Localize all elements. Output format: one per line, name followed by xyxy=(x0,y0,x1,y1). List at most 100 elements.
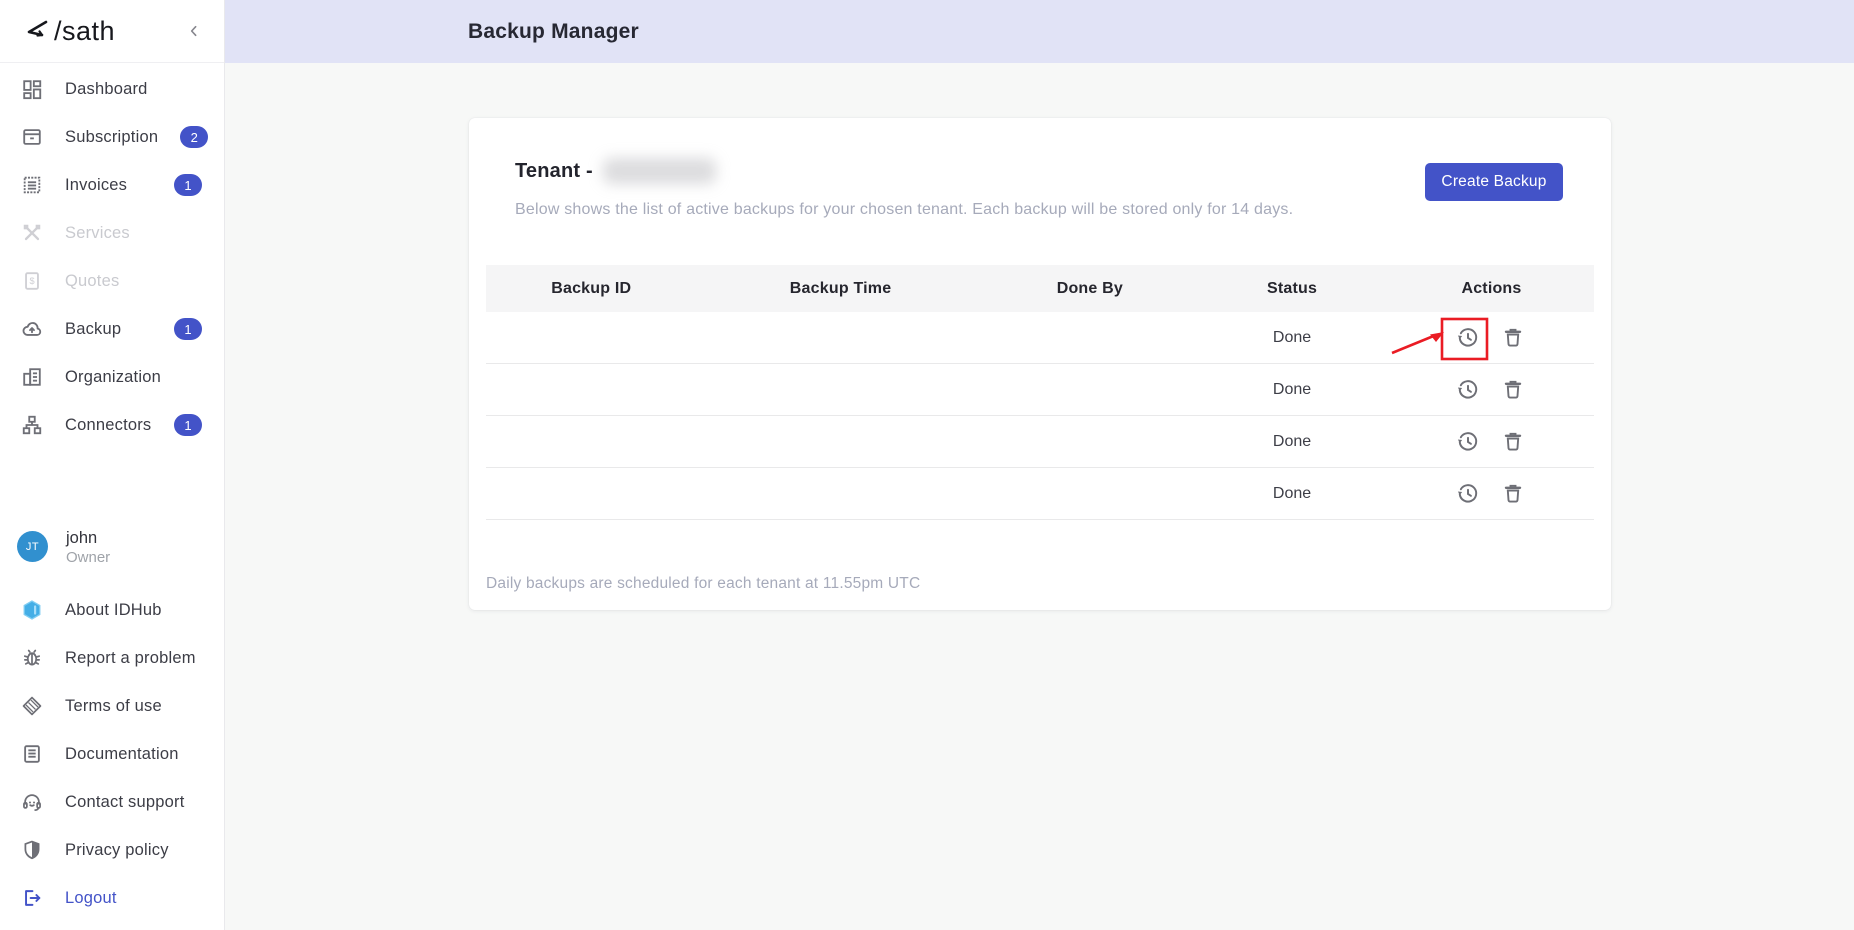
invoice-icon xyxy=(21,174,43,196)
trash-icon xyxy=(1505,484,1522,503)
sidebar-item-label: Contact support xyxy=(65,792,185,811)
user-profile[interactable]: JT john Owner xyxy=(0,528,224,566)
sidebar-item-label: Subscription xyxy=(65,127,159,146)
idhub-hexagon-icon xyxy=(21,599,43,621)
quotes-icon: $ xyxy=(21,270,43,292)
sidebar-item-label: Backup xyxy=(65,319,122,338)
restore-history-icon xyxy=(1458,431,1478,451)
user-name: john xyxy=(66,529,98,547)
subscription-box-icon xyxy=(21,126,43,148)
avatar: JT xyxy=(17,531,48,563)
backups-table: Backup ID Backup Time Done By Status Act… xyxy=(486,265,1594,520)
status-value: Done xyxy=(1272,328,1312,346)
column-header-done-by: Done By xyxy=(1056,279,1123,297)
document-icon xyxy=(21,743,43,765)
table-header-row: Backup ID Backup Time Done By Status Act… xyxy=(486,265,1594,312)
table-row: Done xyxy=(486,416,1594,468)
sidebar-item-terms[interactable]: Terms of use xyxy=(0,682,224,730)
backup-schedule-note: Daily backups are scheduled for each ten… xyxy=(486,575,921,592)
column-header-backup-id: Backup ID xyxy=(551,279,632,297)
sidebar-item-services: Services xyxy=(0,209,224,257)
restore-backup-button[interactable] xyxy=(1455,429,1481,455)
column-header-status: Status xyxy=(1267,279,1318,297)
sidebar-item-label: Dashboard xyxy=(65,79,148,98)
sidebar-item-report-problem[interactable]: Report a problem xyxy=(0,634,224,682)
sidebar-item-invoices[interactable]: Invoices 1 xyxy=(0,161,224,209)
trash-icon xyxy=(1505,380,1522,399)
handshake-icon xyxy=(21,695,43,717)
sidebar-item-privacy-policy[interactable]: Privacy policy xyxy=(0,826,224,874)
sidebar-item-dashboard[interactable]: Dashboard xyxy=(0,65,224,113)
card-header: Tenant - Below shows the list of active … xyxy=(515,158,1569,219)
sath-logo-arrow-icon xyxy=(27,20,48,37)
sidebar-footer-nav: About IDHub Report a problem Terms of us… xyxy=(0,586,224,922)
restore-history-icon xyxy=(1458,483,1478,503)
restore-backup-button[interactable] xyxy=(1455,377,1481,403)
status-value: Done xyxy=(1272,432,1312,450)
sath-logo-text: /sath xyxy=(54,15,116,46)
sidebar-item-contact-support[interactable]: Contact support xyxy=(0,778,224,826)
status-value: Done xyxy=(1272,484,1312,502)
restore-history-icon xyxy=(1458,327,1478,347)
tenant-label: Tenant - xyxy=(515,159,593,182)
connectors-icon xyxy=(21,414,43,436)
organization-icon xyxy=(21,366,43,388)
sidebar-item-label: About IDHub xyxy=(65,600,162,619)
sidebar-collapse-button[interactable] xyxy=(182,19,206,43)
sidebar-item-backup[interactable]: Backup 1 xyxy=(0,305,224,353)
backup-badge: 1 xyxy=(174,318,202,340)
subscription-badge: 2 xyxy=(180,126,209,148)
table-row: Done xyxy=(486,468,1594,520)
shield-icon xyxy=(21,839,43,861)
svg-text:$: $ xyxy=(29,276,34,286)
backup-card: Tenant - Below shows the list of active … xyxy=(469,118,1611,610)
sidebar-item-label: Privacy policy xyxy=(65,840,169,859)
connectors-badge: 1 xyxy=(174,414,202,436)
page-title: Backup Manager xyxy=(468,19,639,43)
table-row: Done xyxy=(486,364,1594,416)
tenant-name-redacted xyxy=(602,158,716,184)
sath-logo: /sath xyxy=(22,16,115,47)
restore-backup-button[interactable] xyxy=(1455,325,1481,351)
sidebar-item-label: Report a problem xyxy=(65,648,196,667)
bug-icon xyxy=(21,647,43,669)
sidebar-item-connectors[interactable]: Connectors 1 xyxy=(0,401,224,449)
sidebar-item-label: Services xyxy=(65,223,130,242)
column-header-actions: Actions xyxy=(1461,279,1522,297)
topbar: Backup Manager xyxy=(225,0,1854,63)
sidebar-item-label: Organization xyxy=(65,367,161,386)
table-row: Done xyxy=(486,312,1594,364)
sidebar-item-label: Documentation xyxy=(65,744,179,763)
sidebar-item-organization[interactable]: Organization xyxy=(0,353,224,401)
sidebar-item-label: Invoices xyxy=(65,175,128,194)
delete-backup-button[interactable] xyxy=(1501,429,1527,455)
logout-icon xyxy=(21,887,43,909)
sidebar-item-label: Quotes xyxy=(65,271,120,290)
sidebar-item-label: Connectors xyxy=(65,415,152,434)
invoices-badge: 1 xyxy=(174,174,202,196)
trash-icon xyxy=(1505,328,1522,347)
sidebar-item-documentation[interactable]: Documentation xyxy=(0,730,224,778)
sidebar-item-logout[interactable]: Logout xyxy=(0,874,224,922)
user-role: Owner xyxy=(66,548,111,566)
backup-cloud-icon xyxy=(21,318,43,340)
card-subtitle: Below shows the list of active backups f… xyxy=(515,201,1294,218)
chevron-left-icon xyxy=(190,25,197,37)
delete-backup-button[interactable] xyxy=(1501,325,1527,351)
create-backup-button[interactable]: Create Backup xyxy=(1425,163,1563,201)
sidebar-item-subscription[interactable]: Subscription 2 xyxy=(0,113,224,161)
services-tools-icon xyxy=(21,222,43,244)
dashboard-icon xyxy=(21,78,43,100)
sidebar-header: /sath xyxy=(0,0,224,63)
sidebar: /sath Dashboard Subscription 2 Invoices … xyxy=(0,0,225,930)
sidebar-nav: Dashboard Subscription 2 Invoices 1 Serv… xyxy=(0,63,224,449)
sidebar-item-quotes: $ Quotes xyxy=(0,257,224,305)
sidebar-item-about-idhub[interactable]: About IDHub xyxy=(0,586,224,634)
restore-history-icon xyxy=(1458,379,1478,399)
sidebar-item-label: Logout xyxy=(65,888,117,907)
delete-backup-button[interactable] xyxy=(1501,481,1527,507)
delete-backup-button[interactable] xyxy=(1501,377,1527,403)
trash-icon xyxy=(1505,432,1522,451)
sidebar-item-label: Terms of use xyxy=(65,696,162,715)
restore-backup-button[interactable] xyxy=(1455,481,1481,507)
